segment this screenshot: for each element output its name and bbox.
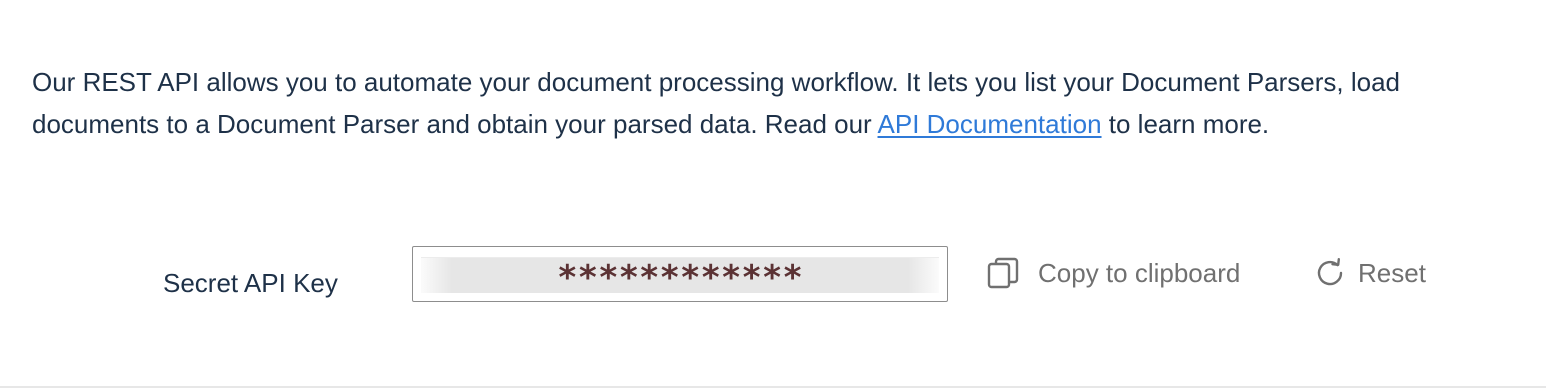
- refresh-icon: [1314, 257, 1346, 289]
- description-text-end: to learn more.: [1101, 108, 1270, 139]
- reset-label: Reset: [1358, 257, 1426, 288]
- reset-button[interactable]: Reset: [1314, 252, 1426, 294]
- secret-api-key-field[interactable]: ************: [421, 257, 939, 298]
- api-description: Our REST API allows you to automate your…: [32, 62, 1492, 145]
- api-documentation-link[interactable]: API Documentation: [878, 109, 1102, 139]
- copy-to-clipboard-button[interactable]: Copy to clipboard: [986, 252, 1240, 294]
- api-key-section: Our REST API allows you to automate your…: [0, 0, 1546, 388]
- secret-api-key-box: ************: [412, 246, 948, 302]
- secret-api-key-label: Secret API Key: [163, 268, 338, 298]
- copy-icon: [986, 256, 1020, 290]
- copy-to-clipboard-label: Copy to clipboard: [1038, 257, 1241, 288]
